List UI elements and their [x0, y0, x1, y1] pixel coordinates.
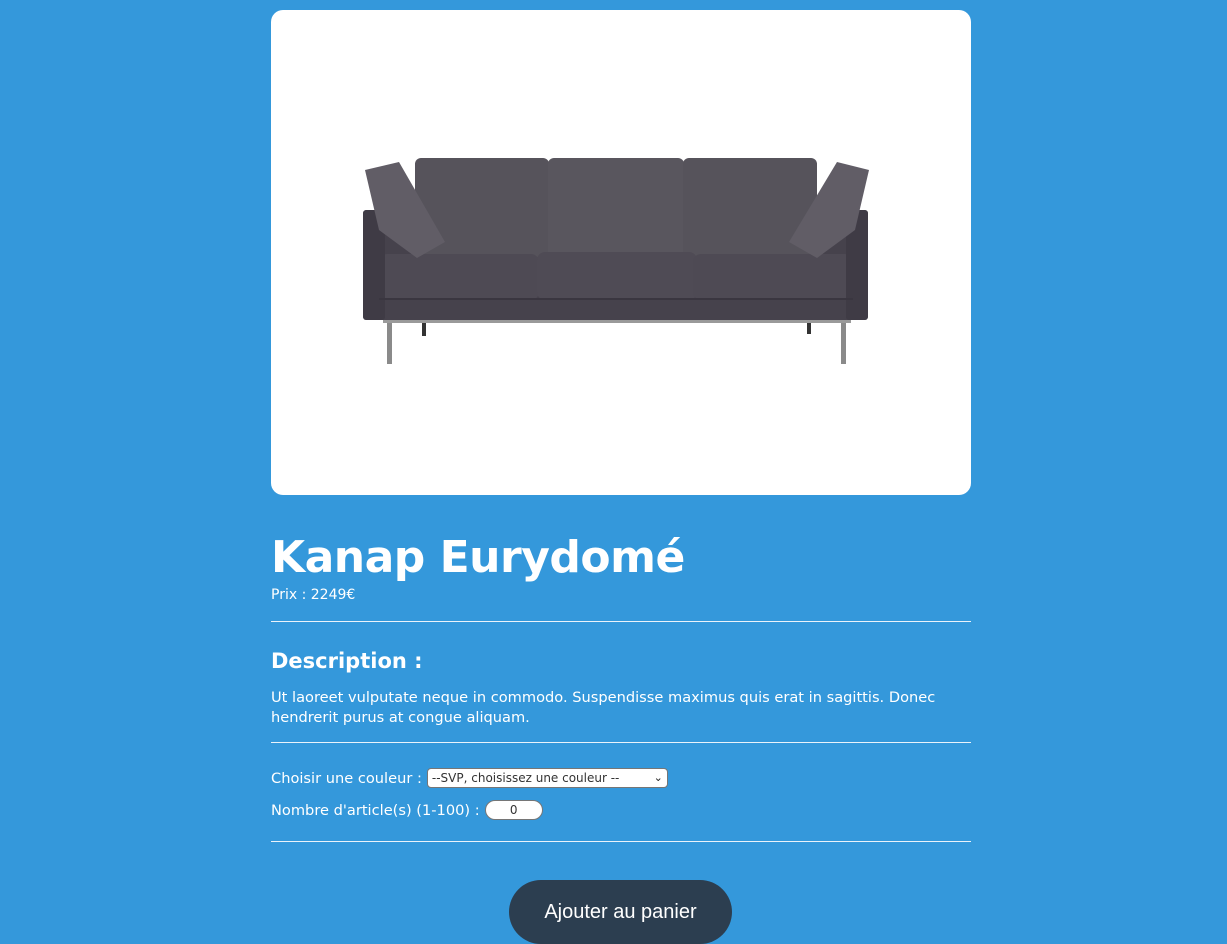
- add-to-cart-button[interactable]: Ajouter au panier: [509, 880, 732, 944]
- divider: [271, 841, 971, 842]
- color-row: Choisir une couleur : --SVP, choisissez …: [271, 768, 971, 788]
- quantity-input[interactable]: [484, 800, 543, 820]
- description-text: Ut laoreet vulputate neque in commodo. S…: [271, 689, 936, 726]
- chevron-down-icon: ⌄: [653, 771, 663, 784]
- product-image: [363, 158, 869, 364]
- product-page: Kanap Eurydomé Prix : 2249€ Description …: [271, 10, 971, 842]
- quantity-label: Nombre d'article(s) (1-100) :: [271, 801, 480, 819]
- divider: [271, 742, 971, 743]
- description-heading: Description :: [271, 649, 423, 673]
- product-options: Choisir une couleur : --SVP, choisissez …: [271, 768, 971, 820]
- color-select-value: --SVP, choisissez une couleur --: [431, 771, 620, 785]
- price-currency: €: [346, 587, 356, 603]
- color-label: Choisir une couleur :: [271, 769, 422, 787]
- price-label: Prix :: [271, 587, 311, 603]
- divider: [271, 621, 971, 622]
- price-line: Prix : 2249€: [271, 585, 971, 605]
- price-value: 2249: [310, 587, 347, 603]
- product-title: Kanap Eurydomé: [271, 532, 685, 583]
- product-image-card: [271, 10, 971, 495]
- quantity-row: Nombre d'article(s) (1-100) :: [271, 800, 971, 820]
- color-select[interactable]: --SVP, choisissez une couleur -- ⌄: [426, 768, 668, 788]
